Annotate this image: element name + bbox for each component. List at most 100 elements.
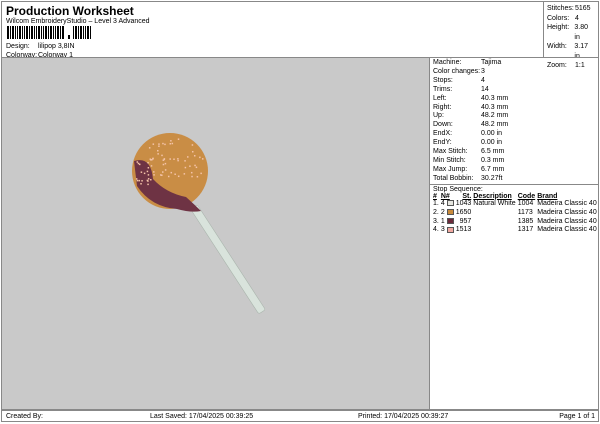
info-row: Machine: Tajima xyxy=(430,59,598,68)
sprinkle xyxy=(184,166,187,169)
info-value: 0.00 in xyxy=(481,139,503,147)
sprinkle xyxy=(143,172,146,175)
thread-description xyxy=(473,226,517,235)
stop-row: 2. 2 1650 1173 Madeira Classic 40 xyxy=(433,209,599,218)
info-row: Right: 40.3 mm xyxy=(430,104,598,113)
sprinkle xyxy=(177,175,180,178)
info-label: Right: xyxy=(433,103,452,111)
info-label: Trims: xyxy=(433,85,453,93)
sprinkle xyxy=(194,164,196,167)
sprinkle xyxy=(136,161,139,163)
sprinkle xyxy=(152,143,155,145)
stat-value: 4 xyxy=(575,14,579,22)
sprinkle xyxy=(153,174,155,176)
sprinkle xyxy=(150,165,153,167)
page-title: Production Worksheet xyxy=(6,4,134,18)
stat-value: 3.80 in xyxy=(574,24,589,41)
sprinkle xyxy=(147,183,149,186)
stat-row: Height: 3.80 in xyxy=(547,23,595,42)
column-header: N# xyxy=(440,192,450,200)
sprinkle xyxy=(201,158,204,160)
stat-value: 5165 xyxy=(575,5,591,12)
footer: Created By: Last Saved: 17/04/2025 00:39… xyxy=(1,410,599,422)
printed-date: Printed: 17/04/2025 00:39:27 xyxy=(358,412,449,420)
info-row: Trims: 14 xyxy=(430,86,598,95)
sprinkle xyxy=(137,162,140,165)
sprinkle xyxy=(164,169,167,171)
stat-label: Stitches: xyxy=(547,5,574,12)
sprinkle xyxy=(141,180,143,182)
info-value: 40.3 mm xyxy=(481,94,509,102)
sprinkle xyxy=(183,173,186,175)
stitch-count: 957 xyxy=(459,217,472,225)
info-value: 40.3 mm xyxy=(481,103,509,111)
needle-number: 2 xyxy=(441,209,456,218)
stop-number: 1. xyxy=(433,199,439,207)
sprinkle xyxy=(196,175,199,178)
stop-number: 2. xyxy=(433,208,439,216)
stitch-count: 1650 xyxy=(455,208,472,216)
thread-code: 1317 xyxy=(517,226,534,234)
info-row: Down: 48.2 mm xyxy=(430,121,598,130)
barcode xyxy=(7,26,107,39)
sprinkle xyxy=(158,145,160,147)
sprinkle xyxy=(169,158,171,160)
sprinkle xyxy=(148,147,151,149)
thread-brand: Madeira Classic 40 xyxy=(537,199,597,207)
sprinkle xyxy=(158,143,160,145)
sprinkle xyxy=(177,138,180,140)
info-value: 0.3 mm xyxy=(481,156,505,164)
stop-sequence-title: Stop Sequence: xyxy=(433,185,483,193)
sprinkle xyxy=(167,175,170,178)
info-value: 4 xyxy=(481,76,485,84)
info-label: Up: xyxy=(433,112,444,120)
info-label: EndX: xyxy=(433,130,453,138)
sprinkle xyxy=(191,144,194,146)
info-row: Max Jump: 6.7 mm xyxy=(430,166,598,175)
thread-code: 1385 xyxy=(517,217,534,225)
color-swatch xyxy=(446,208,454,215)
sprinkle xyxy=(147,180,149,182)
stat-row: Stitches: 5165 xyxy=(547,4,595,14)
sprinkle xyxy=(191,175,193,178)
stop-row: 1. 4 1043 Natural White 1004 Madeira Classic… xyxy=(433,200,599,209)
sprinkle xyxy=(177,158,179,160)
needle-value: 3 xyxy=(440,226,445,234)
info-value: Tajima xyxy=(481,59,502,66)
info-value: 0.00 in xyxy=(481,130,503,138)
created-by: Created By: xyxy=(6,412,43,420)
needle-value: 4 xyxy=(440,199,445,207)
software-name: Wilcom EmbroideryStudio – Level 3 Advanc… xyxy=(6,18,150,25)
info-label: Down: xyxy=(433,121,453,129)
sprinkle xyxy=(146,170,149,173)
stop-sequence: Stop Sequence: # N# St. Description Code Bran… xyxy=(430,185,598,237)
info-label: Machine: xyxy=(433,59,462,66)
info-value: 48.2 mm xyxy=(481,121,509,129)
thread-brand: Madeira Classic 40 xyxy=(537,217,597,225)
column-header: Description xyxy=(473,192,512,200)
info-label: EndY: xyxy=(433,139,452,147)
needle-value: 1 xyxy=(440,217,445,225)
info-panel: Machine: Tajima Color changes: 3 Stops: 4 Trim… xyxy=(429,57,599,410)
info-label: Min Stitch: xyxy=(433,156,466,164)
sprinkle xyxy=(191,150,194,153)
sprinkle xyxy=(189,165,191,167)
info-row: EndY: 0.00 in xyxy=(430,139,598,148)
info-row: Up: 48.2 mm xyxy=(430,112,598,121)
info-value: 48.2 mm xyxy=(481,112,509,120)
thread-code: 1173 xyxy=(517,208,533,216)
thread-description xyxy=(473,209,517,218)
info-label: Color changes: xyxy=(433,67,481,75)
sprinkle xyxy=(161,174,163,177)
info-label: Max Stitch: xyxy=(433,148,468,156)
stop-row: 4. 3 1513 1317 Madeira Classic 40 xyxy=(433,226,599,235)
sprinkle xyxy=(200,172,202,175)
worksheet-header: Production Worksheet Wilcom EmbroiderySt… xyxy=(1,1,544,59)
info-label: Max Jump: xyxy=(433,165,468,173)
sprinkle xyxy=(173,158,175,160)
sprinkle xyxy=(164,143,166,146)
design-label: Design: xyxy=(6,43,30,50)
sprinkle xyxy=(140,183,142,185)
last-saved: Last Saved: 17/04/2025 00:39:25 xyxy=(150,412,254,420)
machine-info: Machine: Tajima Color changes: 3 Stops: 4 Trim… xyxy=(430,58,598,185)
